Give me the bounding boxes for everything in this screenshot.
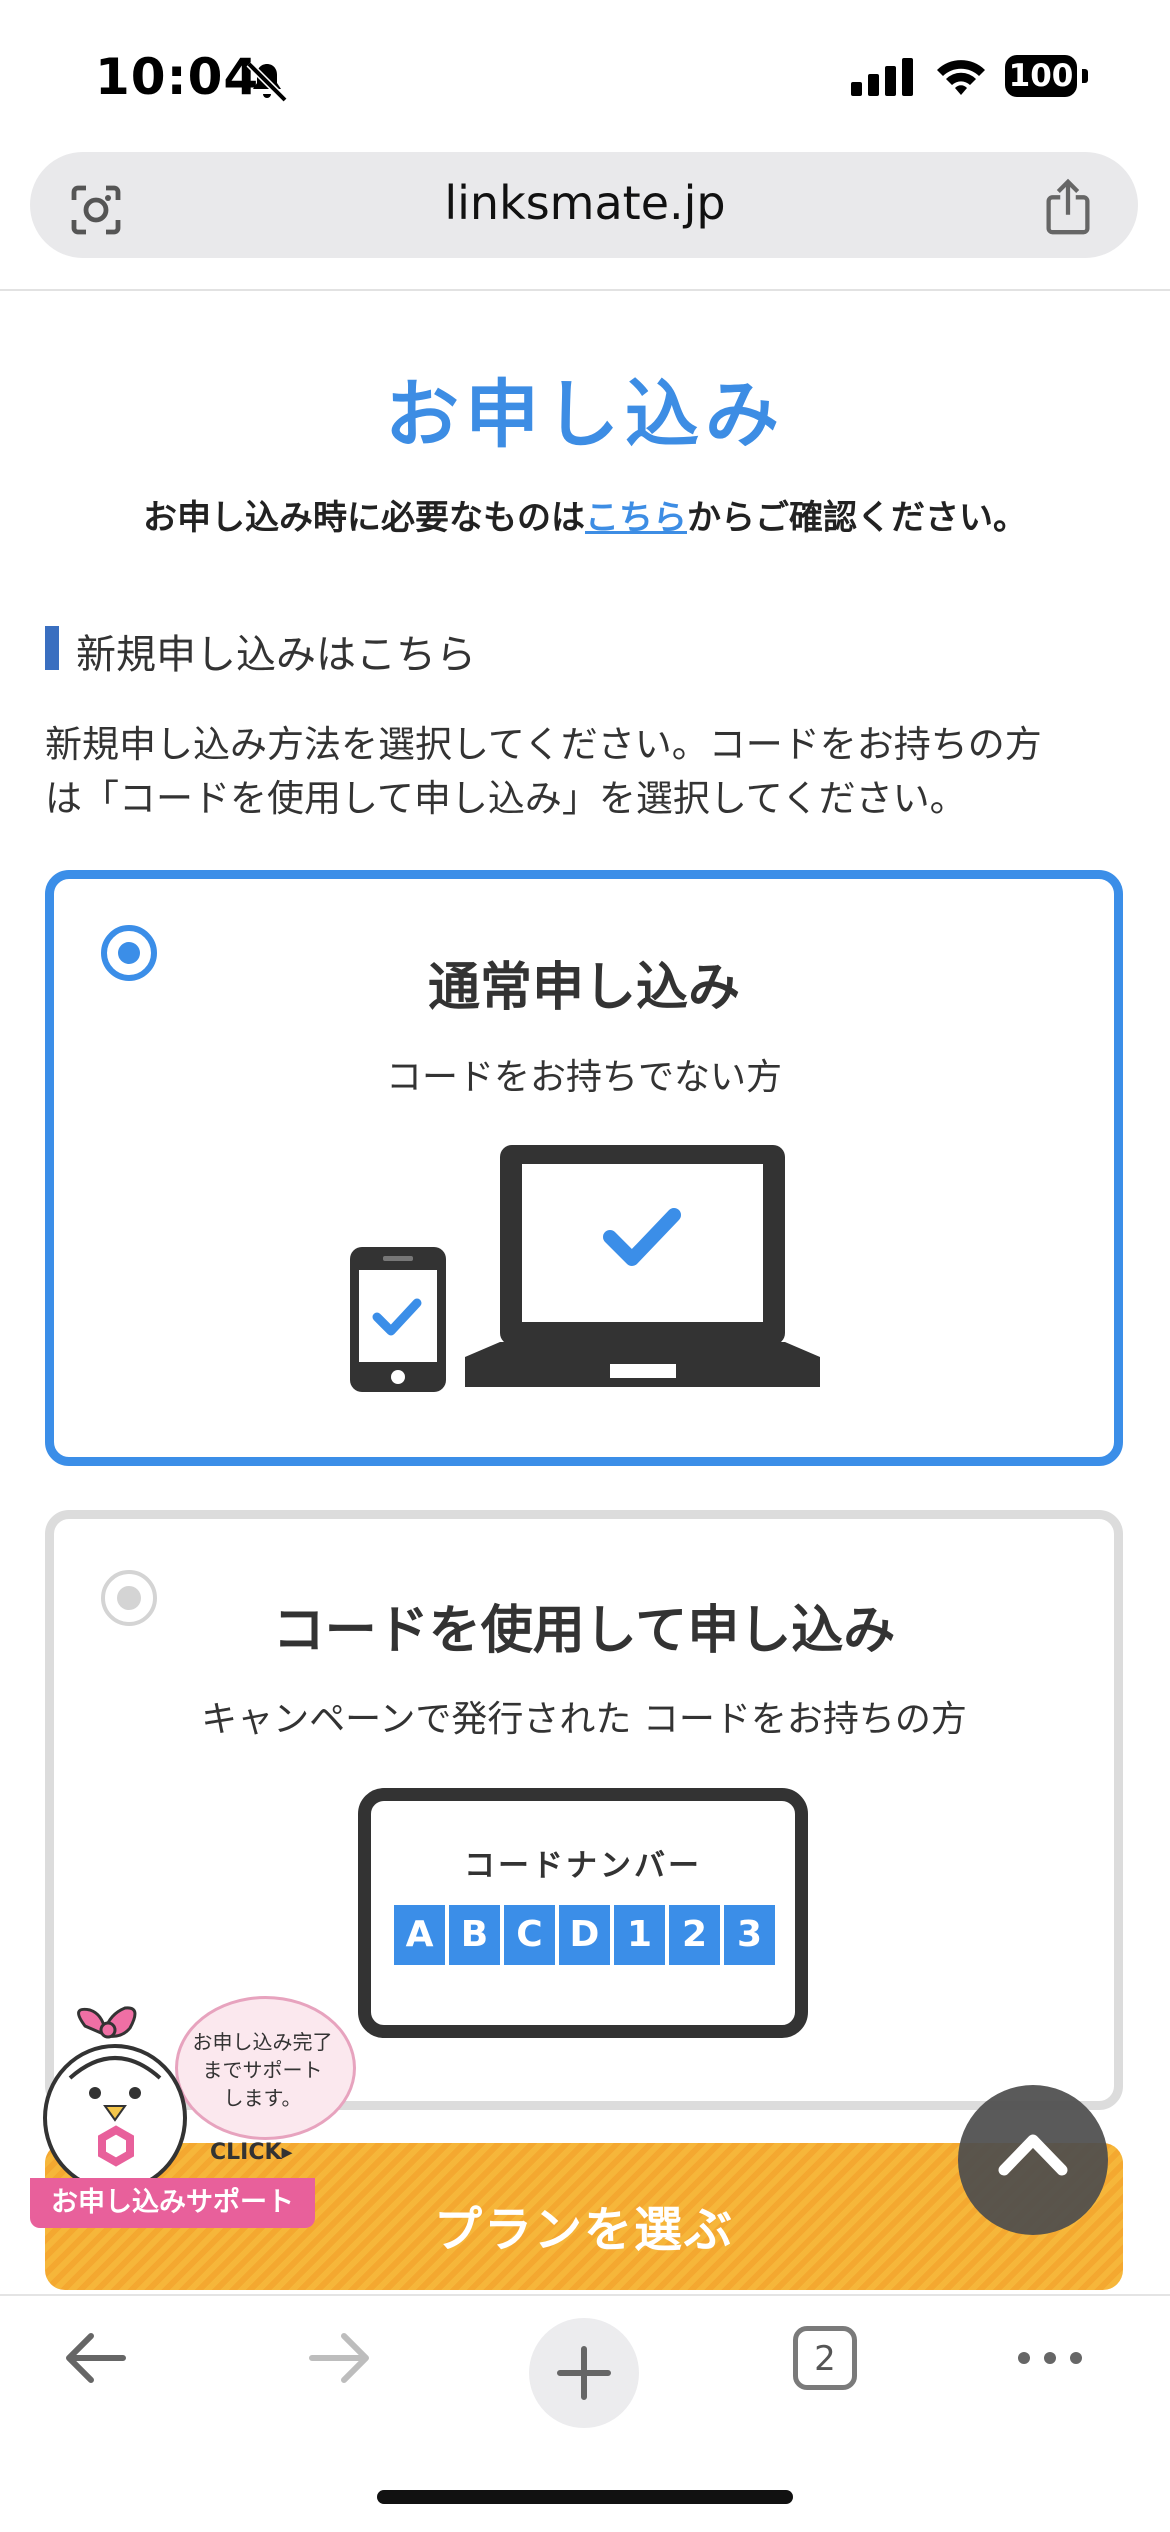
code-char: 2 xyxy=(669,1905,720,1965)
section-title: 新規申し込みはこちら xyxy=(76,632,476,678)
code-char: B xyxy=(449,1905,500,1965)
url-text[interactable]: linksmate.jp xyxy=(0,176,1170,230)
notice-prefix: お申し込み時に必要なものは xyxy=(143,498,585,538)
scroll-top-icon xyxy=(998,2134,1068,2176)
section-marker xyxy=(45,626,59,670)
description-line-2: は「コードを使用して申し込み」を選択してください。 xyxy=(45,777,967,820)
option-title-code: コードを使用して申し込み xyxy=(272,1601,896,1661)
notice-suffix: からご確認ください。 xyxy=(687,498,1027,538)
code-char: 3 xyxy=(724,1905,775,1965)
more-icon[interactable] xyxy=(1010,2318,1090,2398)
click-label: CLICK xyxy=(210,2140,282,2165)
divider xyxy=(0,289,1170,291)
description-line-1: 新規申し込み方法を選択してください。コードをお持ちの方 xyxy=(45,723,1042,766)
support-click-text[interactable]: CLICK▸ xyxy=(210,2140,293,2165)
home-indicator xyxy=(377,2490,793,2504)
code-char: 1 xyxy=(614,1905,665,1965)
click-arrow-icon: ▸ xyxy=(281,2140,293,2165)
plus-icon xyxy=(557,2346,611,2400)
page-title: お申し込み xyxy=(385,372,785,458)
code-chars: ABCD123 xyxy=(394,1905,775,1965)
support-mascot-icon[interactable] xyxy=(30,1998,210,2183)
bell-slash-icon xyxy=(246,61,288,103)
devices-illustration xyxy=(350,1145,820,1392)
toolbar-divider xyxy=(0,2294,1170,2296)
code-char: D xyxy=(559,1905,610,1965)
code-char: C xyxy=(504,1905,555,1965)
battery-icon: 100 xyxy=(1005,55,1077,97)
tabs-icon[interactable]: 2 xyxy=(793,2326,857,2390)
back-icon[interactable] xyxy=(55,2318,135,2398)
code-char: A xyxy=(394,1905,445,1965)
signal-icon xyxy=(851,58,919,96)
share-icon[interactable] xyxy=(1042,176,1094,238)
option-subtitle-normal: コードをお持ちでない方 xyxy=(385,1057,782,1098)
section-description: 新規申し込み方法を選択してください。コードをお持ちの方 は「コードを使用して申し… xyxy=(45,718,1130,826)
option-title-normal: 通常申し込み xyxy=(427,958,740,1018)
battery-nub xyxy=(1082,69,1088,83)
support-label[interactable]: お申し込みサポート xyxy=(30,2178,315,2228)
forward-icon[interactable] xyxy=(300,2318,380,2398)
required-items-link[interactable]: こちら xyxy=(585,498,687,538)
wifi-icon xyxy=(937,60,985,95)
required-items-notice: お申し込み時に必要なものはこちらからご確認ください。 xyxy=(0,490,1170,539)
option-subtitle-code: キャンペーンで発行された コードをお持ちの方 xyxy=(201,1699,967,1740)
status-time: 10:04 xyxy=(95,48,260,106)
code-card-label: コードナンバー xyxy=(464,1848,702,1884)
